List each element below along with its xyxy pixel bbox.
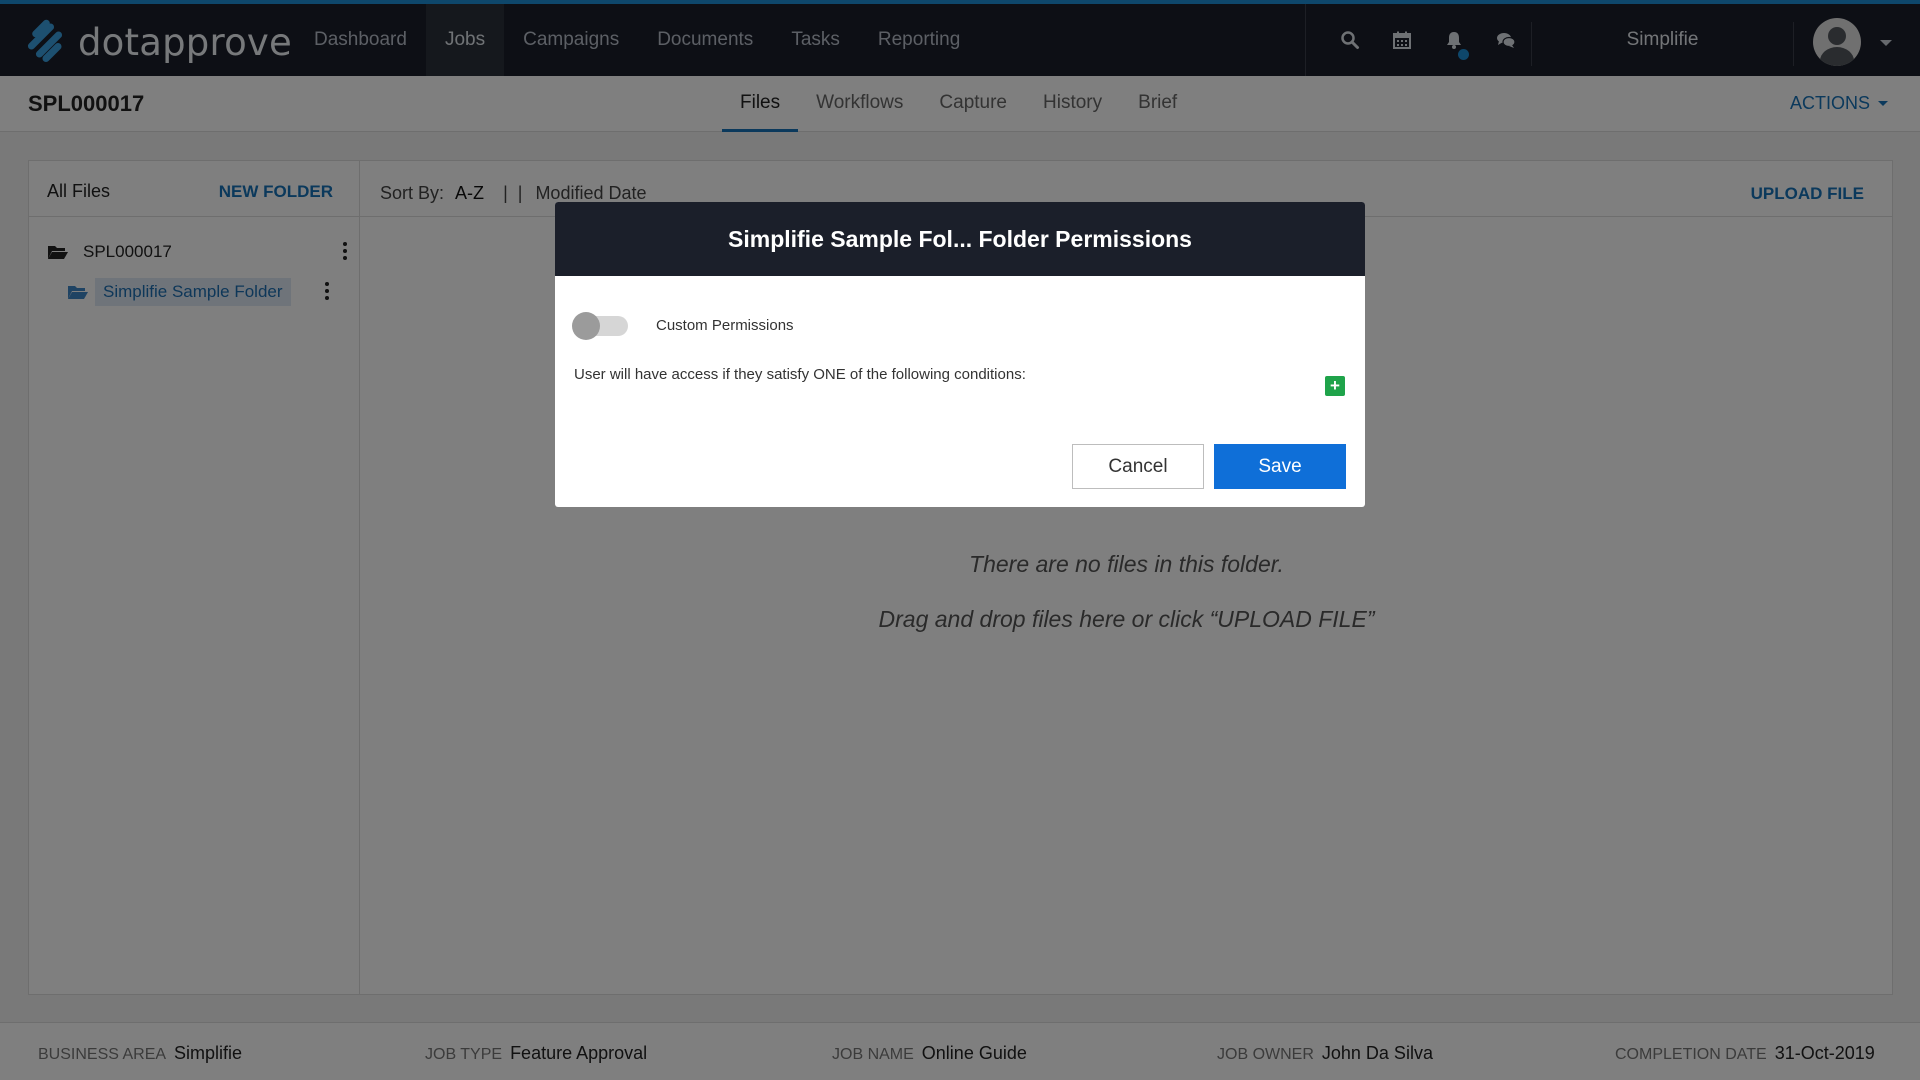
folder-permissions-dialog: Simplifie Sample Fol... Folder Permissio… <box>555 202 1365 507</box>
toggle-knob <box>572 312 600 340</box>
custom-permissions-label: Custom Permissions <box>656 317 794 334</box>
save-button[interactable]: Save <box>1214 444 1346 489</box>
custom-permissions-toggle[interactable] <box>572 312 628 340</box>
conditions-description: User will have access if they satisfy ON… <box>574 366 1026 383</box>
cancel-button[interactable]: Cancel <box>1072 444 1204 489</box>
add-condition-button[interactable]: + <box>1325 376 1345 396</box>
dialog-title: Simplifie Sample Fol... Folder Permissio… <box>555 202 1365 276</box>
modal-backdrop[interactable] <box>0 0 1920 1080</box>
